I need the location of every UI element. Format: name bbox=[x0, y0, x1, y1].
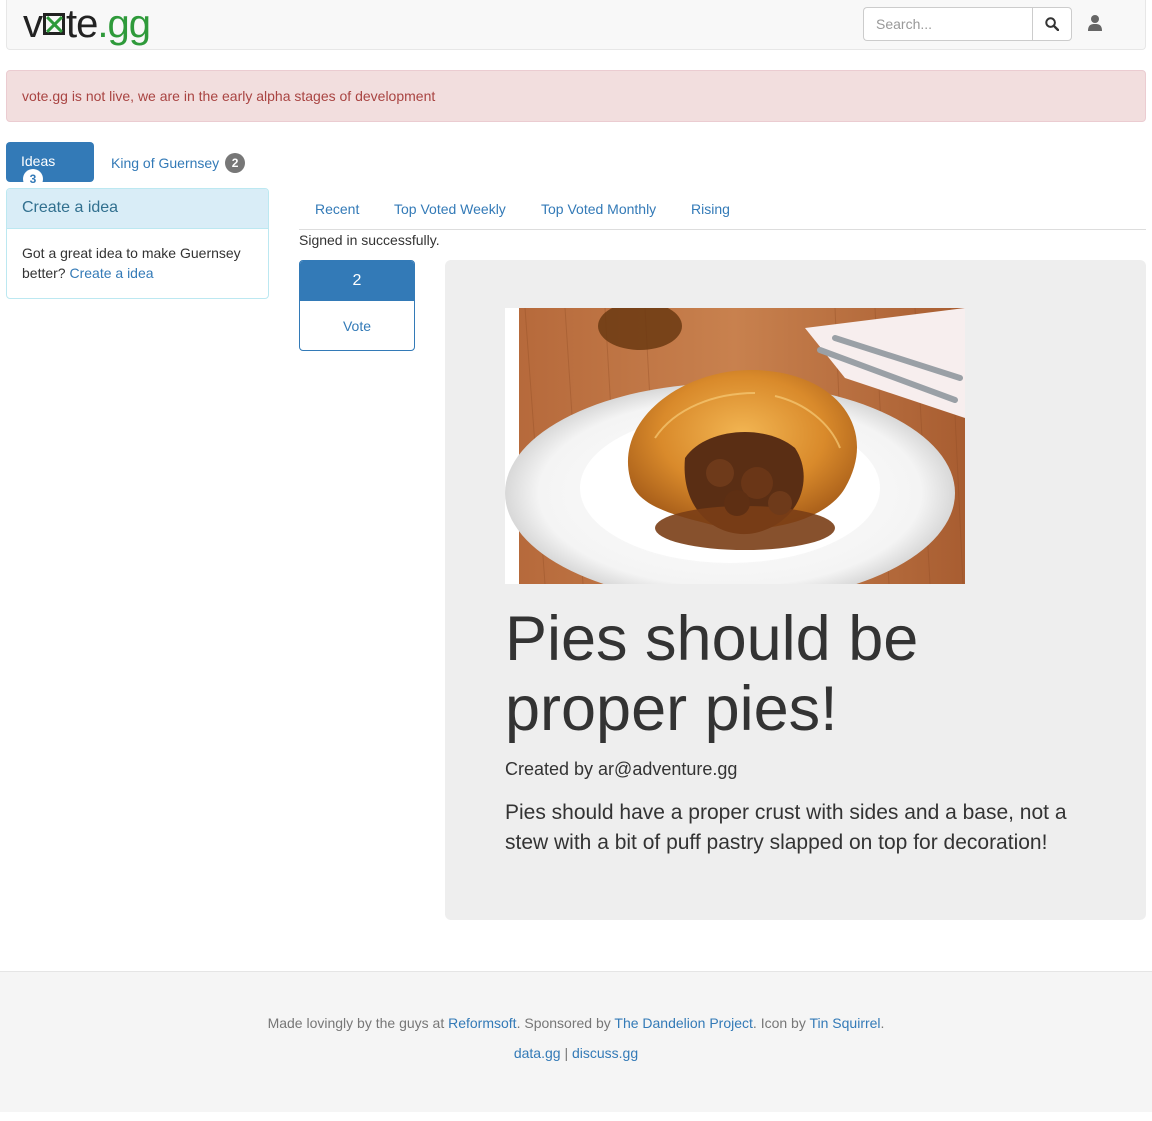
vote-box: 2 Vote bbox=[299, 260, 415, 351]
idea-description: Pies should have a proper crust with sid… bbox=[505, 801, 1067, 854]
logo-letter-v: v bbox=[23, 2, 43, 46]
footer: Made lovingly by the guys at Reformsoft.… bbox=[0, 971, 1152, 1112]
user-icon[interactable] bbox=[1087, 14, 1103, 32]
tab-recent[interactable]: Recent bbox=[315, 201, 359, 217]
search-icon bbox=[1045, 17, 1059, 31]
create-idea-heading: Create a idea bbox=[7, 189, 268, 229]
idea-author: Created by ar@adventure.gg bbox=[505, 759, 738, 779]
ideas-count-badge: 3 bbox=[23, 169, 43, 189]
king-count-badge: 2 bbox=[225, 153, 246, 173]
flash-message: Signed in successfully. bbox=[299, 232, 440, 248]
navbar: v te.gg bbox=[6, 0, 1146, 50]
footer-made-by-text: Made lovingly by the guys at bbox=[267, 1015, 449, 1031]
footer-sister-sites: data.gg | discuss.gg bbox=[0, 1045, 1152, 1061]
site-logo[interactable]: v te.gg bbox=[23, 2, 151, 46]
vote-count: 2 bbox=[300, 261, 414, 301]
search-input[interactable] bbox=[863, 7, 1033, 41]
create-idea-panel: Create a idea Got a great idea to make G… bbox=[6, 188, 269, 299]
ballot-check-icon bbox=[43, 13, 65, 35]
footer-period: . bbox=[880, 1015, 885, 1031]
logo-tld: .gg bbox=[97, 2, 151, 46]
create-idea-body: Got a great idea to make Guernsey better… bbox=[7, 229, 268, 297]
footer-sponsored-text: . Sponsored by bbox=[516, 1015, 615, 1031]
search-button[interactable] bbox=[1032, 7, 1072, 41]
idea-title: Pies should be proper pies! bbox=[505, 604, 919, 744]
pill-king-of-guernsey[interactable]: King of Guernsey 2 bbox=[96, 142, 260, 182]
logo-letters-te: te bbox=[66, 2, 98, 46]
data-gg-link[interactable]: data.gg bbox=[514, 1045, 561, 1061]
pill-ideas-label: Ideas bbox=[21, 153, 56, 169]
tab-rising[interactable]: Rising bbox=[691, 201, 730, 217]
dandelion-project-link[interactable]: The Dandelion Project bbox=[614, 1015, 753, 1031]
footer-icon-by-text: . Icon by bbox=[752, 1015, 810, 1031]
pie-photo bbox=[505, 308, 965, 584]
reformsoft-link[interactable]: Reformsoft bbox=[448, 1015, 516, 1031]
footer-credits: Made lovingly by the guys at Reformsoft.… bbox=[0, 1015, 1152, 1031]
vote-button[interactable]: Vote bbox=[300, 301, 414, 350]
tab-top-voted-monthly[interactable]: Top Voted Monthly bbox=[541, 201, 656, 217]
tin-squirrel-link[interactable]: Tin Squirrel bbox=[809, 1015, 880, 1031]
alert-message: vote.gg is not live, we are in the early… bbox=[22, 88, 436, 104]
pie-illustration bbox=[505, 308, 965, 584]
pill-ideas[interactable]: Ideas 3 bbox=[6, 142, 94, 189]
alpha-warning-alert: vote.gg is not live, we are in the early… bbox=[6, 70, 1146, 122]
tab-top-voted-weekly[interactable]: Top Voted Weekly bbox=[394, 201, 506, 217]
sort-tabs: Recent Top Voted Weekly Top Voted Monthl… bbox=[299, 188, 1146, 230]
footer-separator: | bbox=[560, 1045, 572, 1061]
create-idea-link[interactable]: Create a idea bbox=[69, 265, 153, 281]
discuss-gg-link[interactable]: discuss.gg bbox=[572, 1045, 638, 1061]
idea-jumbotron: Pies should be proper pies! Created by a… bbox=[445, 260, 1146, 920]
pill-king-label: King of Guernsey bbox=[111, 155, 220, 171]
